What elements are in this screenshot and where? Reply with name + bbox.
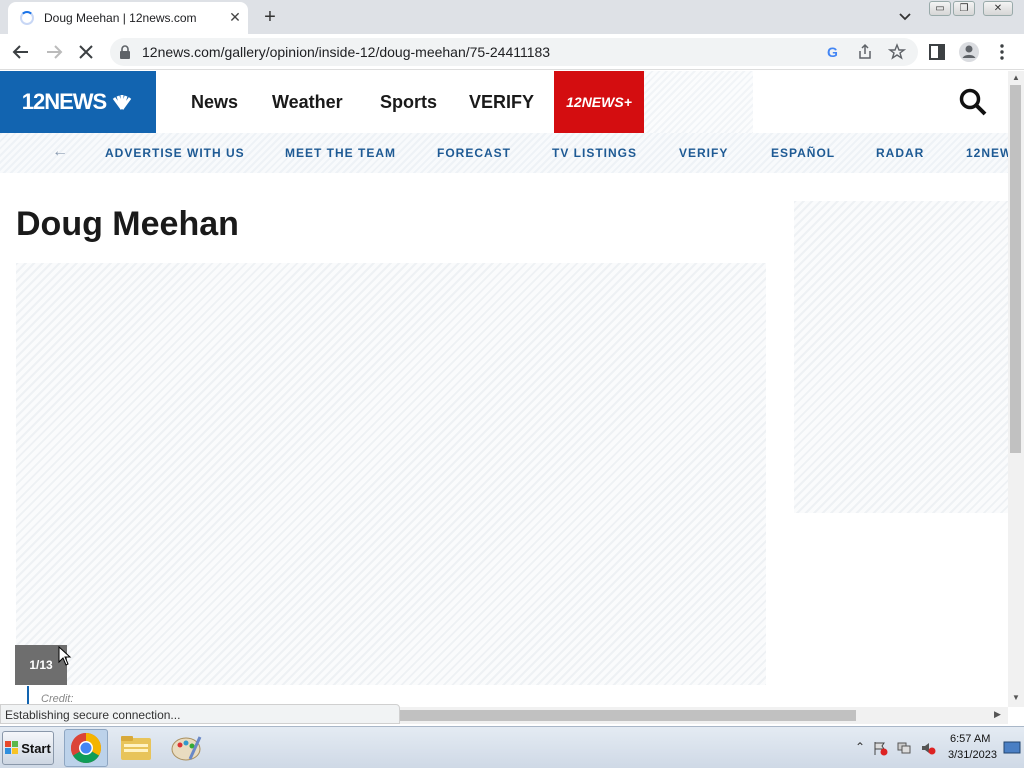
credit-divider [27, 686, 29, 706]
profile-avatar-icon[interactable] [958, 41, 980, 63]
subnav-meet-the-team[interactable]: MEET THE TEAM [285, 146, 396, 160]
horizontal-scrollbar[interactable]: ▶ [400, 707, 1008, 724]
network-icon[interactable] [896, 740, 912, 756]
plus-logo-text: 12NEWS+ [566, 94, 632, 110]
clock-date[interactable]: 3/31/2023 [948, 749, 997, 761]
browser-status-bar: Establishing secure connection... [0, 704, 400, 724]
peacock-icon [113, 95, 132, 110]
taskbar-paint[interactable] [164, 729, 208, 767]
google-lens-icon[interactable]: G [824, 43, 842, 61]
vertical-scroll-thumb[interactable] [1010, 85, 1021, 453]
scroll-right-arrow-icon[interactable]: ▶ [994, 709, 1001, 720]
sub-navigation: ← ADVERTISE WITH US MEET THE TEAM FORECA… [0, 133, 1008, 173]
site-logo[interactable]: 12NEWS [0, 71, 156, 133]
browser-tab[interactable]: Doug Meehan | 12news.com ✕ [8, 2, 248, 34]
paint-palette-icon [171, 736, 202, 761]
url-text[interactable]: 12news.com/gallery/opinion/inside-12/dou… [142, 44, 550, 60]
action-center-flag-icon[interactable] [872, 740, 888, 756]
subnav-radar[interactable]: RADAR [876, 146, 924, 160]
vertical-scrollbar[interactable]: ▲ ▼ [1008, 71, 1024, 707]
nav-sports[interactable]: Sports [380, 92, 437, 113]
chrome-icon [70, 733, 102, 764]
subnav-advertise[interactable]: ADVERTISE WITH US [105, 146, 245, 160]
start-button[interactable]: Start [2, 731, 54, 765]
windows-logo-icon [5, 741, 19, 754]
nav-news[interactable]: News [191, 92, 238, 113]
subnav-12news-truncated[interactable]: 12NEW [966, 146, 1008, 160]
volume-muted-icon[interactable] [920, 740, 936, 756]
subnav-forecast[interactable]: FORECAST [437, 146, 511, 160]
loading-spinner-icon [20, 11, 34, 25]
taskbar-chrome[interactable] [64, 729, 108, 767]
subnav-back-arrow-icon[interactable]: ← [52, 143, 68, 161]
nav-weather[interactable]: Weather [272, 92, 343, 113]
svg-text:G: G [827, 44, 838, 60]
tab-search-chevron-icon[interactable] [894, 8, 916, 26]
menu-kebab-icon[interactable] [991, 41, 1013, 63]
lock-icon[interactable] [118, 44, 132, 60]
search-icon[interactable] [958, 87, 988, 117]
clock-time[interactable]: 6:57 AM [950, 733, 990, 745]
taskbar-file-explorer[interactable] [114, 729, 158, 767]
12news-plus-link[interactable]: 12NEWS+ [554, 71, 644, 133]
close-window-button[interactable]: ✕ [983, 1, 1013, 16]
gallery-image-placeholder[interactable] [16, 263, 766, 685]
show-hidden-icons-icon[interactable]: ⌃ [852, 740, 868, 756]
show-desktop-icon[interactable] [1003, 740, 1021, 756]
sidebar-ad-placeholder [794, 201, 1008, 513]
scroll-down-arrow-icon[interactable]: ▼ [1012, 693, 1020, 702]
logo-text: 12NEWS [21, 89, 107, 114]
restore-button[interactable]: ❐ [953, 1, 975, 16]
bookmark-star-icon[interactable] [888, 43, 906, 61]
back-arrow-icon[interactable] [10, 41, 32, 63]
subnav-verify[interactable]: VERIFY [679, 146, 728, 160]
tab-close-icon[interactable]: ✕ [226, 8, 244, 26]
address-bar[interactable]: 12news.com/gallery/opinion/inside-12/dou… [110, 38, 918, 66]
browser-toolbar: 12news.com/gallery/opinion/inside-12/dou… [0, 34, 1024, 70]
minimize-button[interactable]: ▭ [929, 1, 951, 16]
header-ad-placeholder [644, 71, 753, 133]
folder-icon [121, 736, 151, 760]
new-tab-button[interactable]: + [258, 6, 282, 28]
subnav-espanol[interactable]: ESPAÑOL [771, 146, 835, 160]
subnav-tv-listings[interactable]: TV LISTINGS [552, 146, 637, 160]
start-label: Start [21, 740, 51, 756]
site-header: 12NEWS News Weather Sports VERIFY 12NEWS… [0, 71, 1008, 133]
forward-arrow-icon[interactable] [43, 41, 65, 63]
nav-verify[interactable]: VERIFY [469, 92, 534, 113]
tab-title: Doug Meehan | 12news.com [44, 11, 197, 25]
share-icon[interactable] [856, 43, 874, 61]
mouse-pointer-icon [58, 646, 72, 666]
page-title: Doug Meehan [16, 205, 239, 243]
stop-loading-icon[interactable] [75, 41, 97, 63]
browser-tab-strip: Doug Meehan | 12news.com ✕ + ▭ ❐ ✕ [0, 0, 1024, 34]
side-panel-icon[interactable] [926, 41, 948, 63]
scroll-up-arrow-icon[interactable]: ▲ [1012, 73, 1020, 82]
system-tray: ⌃ [846, 727, 1024, 769]
windows-taskbar: Start ⌃ [0, 726, 1024, 768]
horizontal-scroll-thumb[interactable] [400, 710, 856, 721]
